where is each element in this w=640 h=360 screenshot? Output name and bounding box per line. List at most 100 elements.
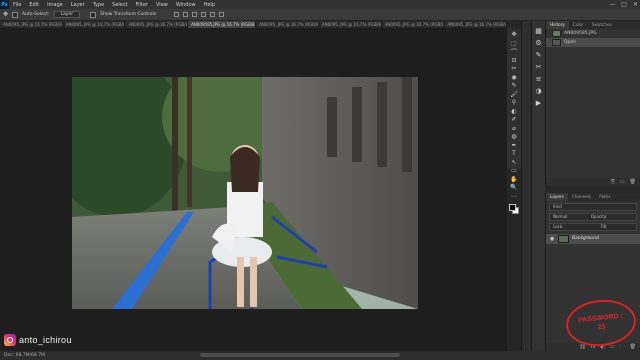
tab-paths[interactable]: Paths <box>595 193 614 201</box>
eyedropper-tool-icon[interactable]: ◉ <box>510 74 518 81</box>
align-top-icon[interactable] <box>201 12 207 17</box>
lasso-tool-icon[interactable]: ⌒ <box>510 48 518 56</box>
history-item-label: AN009595.JPG <box>564 31 597 36</box>
fill-label: Fill: <box>600 224 608 229</box>
dodge-tool-icon[interactable]: ◍ <box>510 133 518 140</box>
crop-tool-icon[interactable]: ✂ <box>510 65 518 72</box>
doc-tab-active[interactable]: AN009595.JPG @ 16.7% (RGB/8*) <box>188 21 257 28</box>
menu-type[interactable]: Type <box>89 2 108 8</box>
auto-select-checkbox[interactable] <box>12 11 19 18</box>
history-snapshot[interactable]: AN009595.JPG <box>546 29 640 38</box>
layer-background[interactable]: ◉ Background <box>546 234 640 244</box>
password-value: 23 <box>597 323 606 332</box>
healing-brush-icon[interactable]: ✎ <box>510 82 518 89</box>
history-panel-icon[interactable]: ▦ <box>534 27 543 35</box>
rectangle-tool-icon[interactable]: ▭ <box>510 167 518 174</box>
doc-tab[interactable]: AN0095..JPG @ 16.7% (RGB/8) <box>444 21 508 28</box>
panel-icon-column: ▦ ⚙ ✎ ✂ ≡ ◑ ▶ <box>531 21 545 351</box>
history-item-label: Open <box>564 40 577 45</box>
instagram-handle: anto_ichirou <box>19 335 72 345</box>
tab-history[interactable]: History <box>546 21 569 29</box>
doc-size-readout: Doc: 68.7M/68.7M <box>4 353 45 358</box>
document-tabs: AN0095..JPG @ 16.7% (RGB/8) AN0095..JPG … <box>0 21 508 29</box>
align-middle-icon[interactable] <box>210 12 216 17</box>
document-image[interactable] <box>72 77 418 309</box>
tools-panel: ✥ ⬚ ⌒ ⊡ ✂ ◉ ✎ 🖌 ⚲ ◐ ✐ ⌀ ◍ ✒ T ↖ ▭ ✋ 🔍 ⋯ <box>507 29 521 214</box>
doc-tab[interactable]: AN0095..JPG @ 16.7% (RGB/8) <box>0 21 63 28</box>
layer-name: Background <box>572 236 599 241</box>
tab-color[interactable]: Color <box>569 21 588 29</box>
menu-window[interactable]: Window <box>172 2 200 8</box>
align-left-icon[interactable] <box>174 12 180 17</box>
menu-file[interactable]: File <box>9 2 25 8</box>
foreground-color-swatch[interactable] <box>509 204 516 211</box>
actions-play-icon[interactable]: ▶ <box>534 99 543 107</box>
brush-tool-icon[interactable]: 🖌 <box>510 91 518 98</box>
minimize-button[interactable]: — <box>609 0 615 9</box>
gradient-tool-icon[interactable]: ⌀ <box>510 125 518 132</box>
doc-tab[interactable]: AN0095..JPG @ 16.7% (RGB/8) <box>63 21 126 28</box>
layer-thumbnail <box>558 235 569 243</box>
photo-illustration <box>72 77 418 309</box>
maximize-button[interactable]: □ <box>621 0 627 9</box>
move-tool-icon[interactable]: ✥ <box>510 31 518 38</box>
layer-kind-filter[interactable]: Kind <box>549 203 637 211</box>
menu-layer[interactable]: Layer <box>67 2 89 8</box>
paragraph-panel-icon[interactable]: ≡ <box>534 75 543 83</box>
brush-settings-icon[interactable]: ✎ <box>534 51 543 59</box>
eraser-tool-icon[interactable]: ✐ <box>510 116 518 123</box>
type-tool-icon[interactable]: T <box>510 150 518 157</box>
transform-controls-checkbox[interactable] <box>90 11 97 18</box>
align-bottom-icon[interactable] <box>219 12 225 17</box>
history-brush-icon[interactable]: ◐ <box>510 108 518 115</box>
visibility-eye-icon[interactable]: ◉ <box>550 234 554 244</box>
lock-controls[interactable]: Lock: Fill: <box>549 223 637 231</box>
new-document-from-state-icon[interactable]: ⎘ <box>611 178 615 186</box>
delete-layer-icon[interactable]: 🗑 <box>630 343 636 351</box>
menu-edit[interactable]: Edit <box>25 2 43 8</box>
quick-select-tool-icon[interactable]: ⊡ <box>510 57 518 64</box>
doc-tab[interactable]: AN0095..JPG @ 16.7% (RGB/8) <box>382 21 445 28</box>
snapshot-thumbnail <box>552 30 561 37</box>
tab-swatches[interactable]: Swatches <box>588 21 616 29</box>
align-center-icon[interactable] <box>183 12 189 17</box>
more-tools-icon[interactable]: ⋯ <box>510 193 518 200</box>
history-panel-footer: ⎘ ▭ 🗑 <box>546 178 640 186</box>
auto-select-dropdown[interactable]: Layer <box>53 11 81 18</box>
menu-help[interactable]: Help <box>200 2 219 8</box>
doc-tab[interactable]: AN0095..JPG @ 16.7% (RGB/8) <box>125 21 189 28</box>
menu-image[interactable]: Image <box>43 2 67 8</box>
auto-select-label: Auto-Select: <box>22 12 50 17</box>
open-state-icon <box>552 39 561 46</box>
menu-select[interactable]: Select <box>108 2 131 8</box>
new-group-icon[interactable]: 🗀 <box>620 343 625 351</box>
tool-presets-icon[interactable]: ✂ <box>534 63 543 71</box>
menu-view[interactable]: View <box>152 2 172 8</box>
new-snapshot-icon[interactable]: ▭ <box>620 178 625 186</box>
close-button[interactable]: ✕ <box>633 0 638 9</box>
tab-channels[interactable]: Channels <box>568 193 595 201</box>
move-tool-icon[interactable]: ✥ <box>3 11 8 18</box>
clone-stamp-icon[interactable]: ⚲ <box>510 99 518 106</box>
marquee-tool-icon[interactable]: ⬚ <box>510 40 518 47</box>
doc-tab[interactable]: AN0095..JPG @ 16.7% (RGB/8) <box>256 21 319 28</box>
align-right-icon[interactable] <box>192 12 198 17</box>
pen-tool-icon[interactable]: ✒ <box>510 142 518 149</box>
properties-panel-icon[interactable]: ⚙ <box>534 39 543 47</box>
tab-layers[interactable]: Layers <box>546 193 568 201</box>
menu-filter[interactable]: Filter <box>132 2 152 8</box>
adjustments-panel-icon[interactable]: ◑ <box>534 87 543 95</box>
menu-bar: Ps File Edit Image Layer Type Select Fil… <box>0 0 640 9</box>
delete-state-icon[interactable]: 🗑 <box>630 178 636 186</box>
layers-panel-tabs: Layers Channels Paths <box>546 193 640 201</box>
history-state[interactable]: Open <box>546 38 640 47</box>
history-panel: History Color Swatches AN009595.JPG Open… <box>545 21 640 186</box>
blend-mode-select[interactable]: Normal Opacity: <box>549 213 637 221</box>
hand-tool-icon[interactable]: ✋ <box>510 176 518 183</box>
instagram-watermark: anto_ichirou <box>4 334 72 346</box>
path-select-icon[interactable]: ↖ <box>510 159 518 166</box>
zoom-tool-icon[interactable]: 🔍 <box>510 184 518 191</box>
doc-tab[interactable]: AN0095..JPG @ 16.7% (RGB/8) <box>319 21 382 28</box>
photoshop-logo[interactable]: Ps <box>0 0 9 9</box>
horizontal-scrollbar[interactable] <box>200 353 400 357</box>
